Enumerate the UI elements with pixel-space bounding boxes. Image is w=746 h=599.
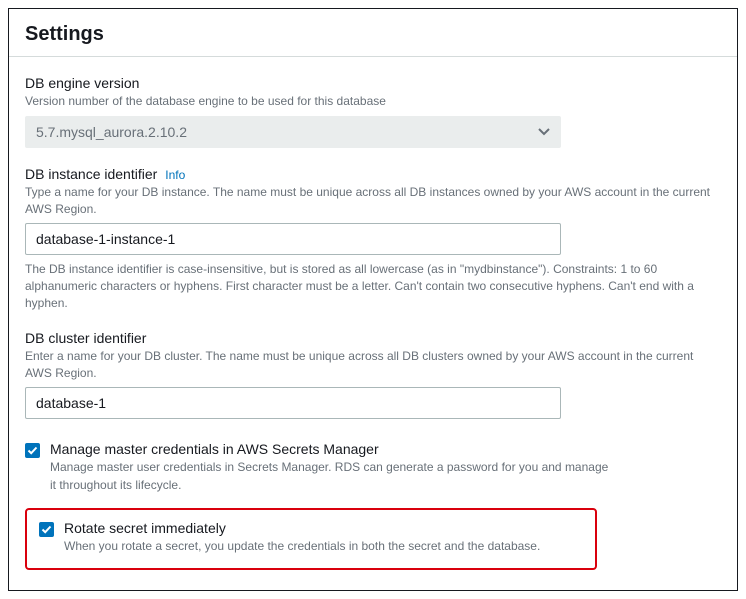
manage-credentials-label: Manage master credentials in AWS Secrets… (50, 441, 610, 457)
info-link[interactable]: Info (165, 168, 185, 182)
db-engine-version-value: 5.7.mysql_aurora.2.10.2 (36, 124, 187, 140)
rotate-secret-highlight: Rotate secret immediately When you rotat… (25, 508, 597, 569)
db-engine-version-field: DB engine version Version number of the … (25, 75, 721, 148)
rotate-secret-helper: When you rotate a secret, you update the… (64, 538, 540, 555)
db-instance-identifier-constraint: The DB instance identifier is case-insen… (25, 261, 720, 311)
db-engine-version-label: DB engine version (25, 75, 721, 91)
panel-title: Settings (25, 23, 721, 46)
db-cluster-identifier-label: DB cluster identifier (25, 330, 721, 346)
db-instance-identifier-field: DB instance identifier Info Type a name … (25, 166, 721, 312)
db-engine-version-helper: Version number of the database engine to… (25, 93, 720, 110)
rotate-secret-row: Rotate secret immediately When you rotat… (39, 520, 583, 555)
rotate-secret-checkbox[interactable] (39, 522, 54, 537)
db-cluster-identifier-field: DB cluster identifier Enter a name for y… (25, 330, 721, 420)
db-instance-identifier-label: DB instance identifier (25, 166, 157, 182)
manage-credentials-checkbox[interactable] (25, 443, 40, 458)
db-engine-version-select[interactable]: 5.7.mysql_aurora.2.10.2 (25, 116, 561, 148)
db-instance-identifier-helper: Type a name for your DB instance. The na… (25, 184, 720, 218)
divider (9, 56, 737, 57)
db-cluster-identifier-input[interactable] (25, 387, 561, 419)
db-instance-identifier-input[interactable] (25, 223, 561, 255)
manage-credentials-helper: Manage master user credentials in Secret… (50, 459, 610, 494)
caret-down-icon (538, 128, 550, 136)
manage-credentials-row: Manage master credentials in AWS Secrets… (25, 441, 721, 494)
db-cluster-identifier-helper: Enter a name for your DB cluster. The na… (25, 348, 720, 382)
settings-panel: Settings DB engine version Version numbe… (8, 8, 738, 591)
